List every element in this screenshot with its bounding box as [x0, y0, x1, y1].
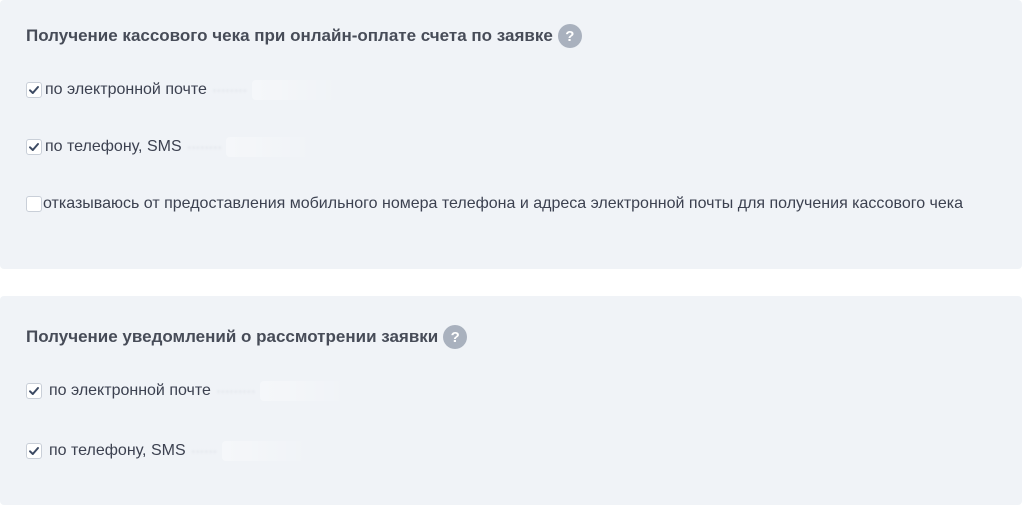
receipt-section-title: Получение кассового чека при онлайн-опла…: [26, 24, 582, 48]
notification-sms-masked-value: ∙∙∙∙∙∙: [191, 444, 218, 458]
receipt-email-label: по электронной почте: [45, 81, 207, 98]
notification-sms-option[interactable]: по телефону, SMS ∙∙∙∙∙∙: [26, 441, 312, 461]
receipt-email-option[interactable]: по электронной почте ∙∙∙∙∙∙∙∙: [26, 80, 342, 100]
help-icon[interactable]: ?: [443, 325, 468, 349]
help-icon[interactable]: ?: [557, 24, 582, 48]
notification-sms-checkbox[interactable]: [26, 443, 42, 459]
receipt-email-masked-value: ∙∙∙∙∙∙∙∙: [212, 83, 248, 97]
notification-panel: Получение уведомлений о рассмотрении зая…: [0, 296, 1022, 505]
masked-area: [221, 441, 312, 461]
check-icon: [29, 387, 39, 395]
notification-section-title-text: Получение уведомлений о рассмотрении зая…: [26, 327, 439, 346]
notification-email-option[interactable]: по электронной почте ∙∙∙∙∙∙∙∙∙: [26, 381, 350, 401]
masked-area: [259, 381, 350, 401]
receipt-decline-option[interactable]: отказываюсь от предоставления мобильного…: [26, 195, 963, 213]
notification-sms-label: по телефону, SMS: [49, 442, 186, 459]
notification-email-masked-value: ∙∙∙∙∙∙∙∙∙: [216, 384, 256, 398]
receipt-sms-checkbox[interactable]: [26, 139, 42, 155]
masked-area: [226, 137, 317, 157]
notification-section-title: Получение уведомлений о рассмотрении зая…: [26, 325, 468, 349]
receipt-decline-checkbox[interactable]: [26, 196, 42, 212]
check-icon: [29, 143, 39, 151]
masked-area: [251, 80, 342, 100]
receipt-sms-masked-value: ∙∙∙∙∙∙∙∙: [187, 140, 223, 154]
notification-email-checkbox[interactable]: [26, 383, 42, 399]
check-icon: [29, 447, 39, 455]
receipt-sms-option[interactable]: по телефону, SMS ∙∙∙∙∙∙∙∙: [26, 137, 317, 157]
receipt-section-title-text: Получение кассового чека при онлайн-опла…: [26, 26, 553, 45]
receipt-sms-label: по телефону, SMS: [45, 138, 182, 155]
receipt-panel: Получение кассового чека при онлайн-опла…: [0, 0, 1022, 269]
receipt-email-checkbox[interactable]: [26, 82, 42, 98]
receipt-decline-label: отказываюсь от предоставления мобильного…: [43, 195, 964, 212]
check-icon: [29, 86, 39, 94]
notification-email-label: по электронной почте: [49, 382, 211, 399]
